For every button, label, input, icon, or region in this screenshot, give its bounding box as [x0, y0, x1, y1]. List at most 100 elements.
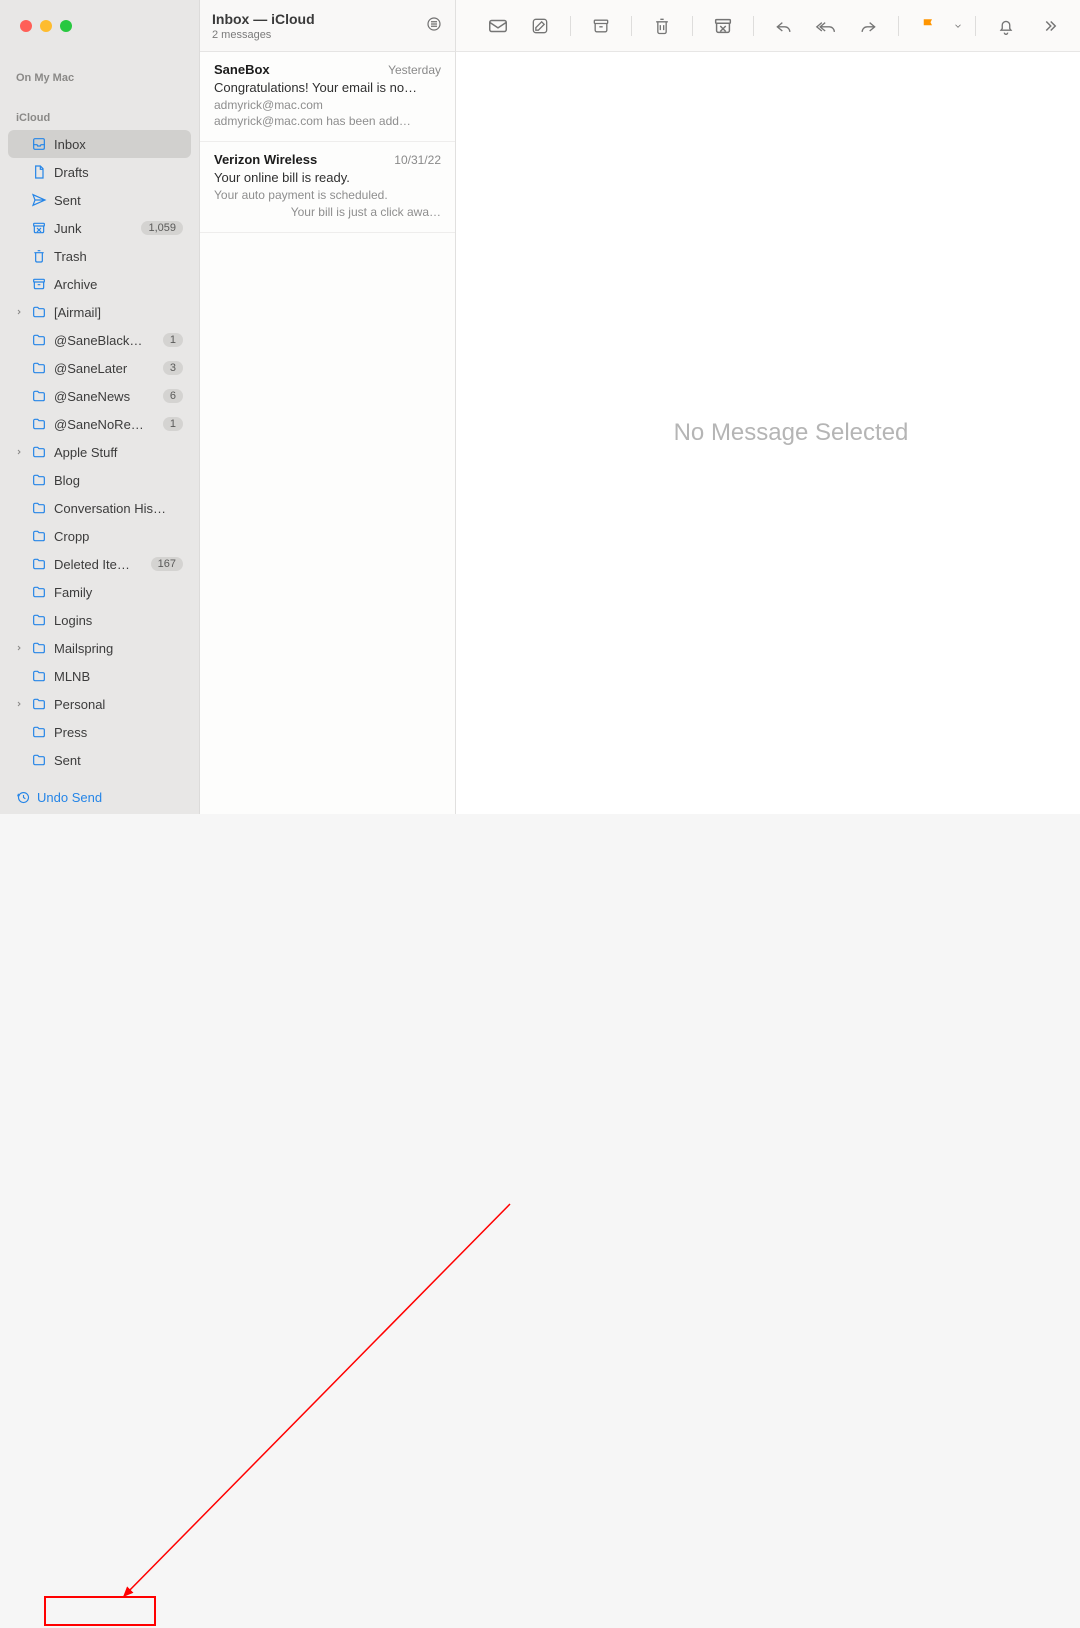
sidebar-item-logins[interactable]: Logins [8, 606, 191, 634]
sidebar-item-inbox[interactable]: Inbox [8, 130, 191, 158]
sidebar-item-junk[interactable]: Junk1,059 [8, 214, 191, 242]
sidebar-item-conversation-his[interactable]: Conversation His… [8, 494, 191, 522]
reply-all-button[interactable] [806, 6, 846, 46]
sidebar-item-drafts[interactable]: Drafts [8, 158, 191, 186]
sidebar-item-personal[interactable]: Personal [8, 690, 191, 718]
preview-pane: No Message Selected [456, 52, 1080, 814]
message-date: 10/31/22 [394, 153, 441, 167]
sidebar-item-press[interactable]: Press [8, 718, 191, 746]
message-list: SaneBoxYesterdayCongratulations! Your em… [200, 52, 456, 814]
undo-send-button[interactable]: Undo Send [16, 790, 183, 805]
folder-icon [30, 416, 48, 432]
sidebar-item-sanenore[interactable]: @SaneNoRe…1 [8, 410, 191, 438]
message-preview: Your auto payment is scheduled.Your bill… [214, 187, 441, 219]
sidebar-item-family[interactable]: Family [8, 578, 191, 606]
toolbar [456, 0, 1080, 52]
folder-icon [30, 472, 48, 488]
annotation-arrow [0, 814, 1080, 1628]
message-subject: Your online bill is ready. [214, 170, 441, 185]
trash-icon [30, 248, 48, 264]
sidebar: On My Mac iCloud InboxDraftsSentJunk1,05… [0, 52, 200, 814]
message-date: Yesterday [388, 63, 441, 77]
reply-icon [774, 16, 794, 36]
message-row[interactable]: SaneBoxYesterdayCongratulations! Your em… [200, 52, 455, 142]
sidebar-item-deleted-ite[interactable]: Deleted Ite… 167 [8, 550, 191, 578]
message-sender: Verizon Wireless [214, 152, 317, 167]
no-selection-label: No Message Selected [674, 419, 909, 447]
sidebar-item-label: [Airmail] [54, 305, 183, 320]
sidebar-item-label: Conversation His… [54, 501, 183, 516]
disclosure-triangle-icon[interactable] [14, 308, 24, 316]
sidebar-item-sent[interactable]: Sent [8, 746, 191, 774]
annotation-highlight-box [44, 1596, 156, 1626]
folder-icon [30, 556, 48, 572]
sidebar-item-label: Personal [54, 697, 183, 712]
sidebar-item-label: Cropp [54, 529, 183, 544]
sidebar-item-label: Apple Stuff [54, 445, 183, 460]
sidebar-item-label: Family [54, 585, 183, 600]
folder-icon [30, 360, 48, 376]
sidebar-item-label: Trash [54, 249, 183, 264]
sidebar-item-label: Sent [54, 193, 183, 208]
flag-button[interactable] [909, 6, 949, 46]
disclosure-triangle-icon[interactable] [14, 700, 24, 708]
reply-all-icon [815, 16, 837, 36]
doc-icon [30, 164, 48, 180]
message-preview: admyrick@mac.comadmyrick@mac.com has bee… [214, 97, 441, 129]
sidebar-item-label: Sent [54, 753, 183, 768]
close-window-button[interactable] [20, 20, 32, 32]
compose-icon [530, 16, 550, 36]
junk-button[interactable] [703, 6, 743, 46]
message-row[interactable]: Verizon Wireless 10/31/22 Your online bill… [200, 142, 455, 232]
sidebar-item-apple-stuff[interactable]: Apple Stuff [8, 438, 191, 466]
sidebar-item-label: MLNB [54, 669, 183, 684]
delete-button[interactable] [642, 6, 682, 46]
sidebar-item-airmail[interactable]: [Airmail] [8, 298, 191, 326]
archive-icon [30, 276, 48, 292]
send-icon [30, 192, 48, 208]
sidebar-item-sanelater[interactable]: @SaneLater 3 [8, 354, 191, 382]
sidebar-item-label: @SaneLater [54, 361, 157, 376]
sidebar-item-label: Archive [54, 277, 183, 292]
toolbar-separator [692, 16, 693, 36]
disclosure-triangle-icon[interactable] [14, 448, 24, 456]
folder-icon [30, 640, 48, 656]
archive-button[interactable] [581, 6, 621, 46]
sidebar-item-mailspring[interactable]: Mailspring [8, 634, 191, 662]
count-badge: 167 [151, 557, 183, 571]
disclosure-triangle-icon[interactable] [14, 644, 24, 652]
reply-button[interactable] [764, 6, 804, 46]
list-header: Inbox — iCloud 2 messages [200, 0, 456, 52]
flag-menu-button[interactable] [951, 6, 965, 46]
sidebar-item-label: Press [54, 725, 183, 740]
sidebar-item-trash[interactable]: Trash [8, 242, 191, 270]
chevron-down-icon [953, 21, 963, 31]
sidebar-section-icloud: iCloud [8, 104, 191, 130]
get-mail-button[interactable] [478, 6, 518, 46]
sidebar-item-saneblack[interactable]: @SaneBlack…1 [8, 326, 191, 354]
minimize-window-button[interactable] [40, 20, 52, 32]
zoom-window-button[interactable] [60, 20, 72, 32]
sidebar-item-cropp[interactable]: Cropp [8, 522, 191, 550]
envelope-icon [487, 15, 509, 37]
overflow-button[interactable] [1030, 6, 1070, 46]
sidebar-item-mlnb[interactable]: MLNB [8, 662, 191, 690]
sidebar-item-sent[interactable]: Sent [8, 186, 191, 214]
count-badge: 3 [163, 361, 183, 375]
sidebar-item-sanenews[interactable]: @SaneNews6 [8, 382, 191, 410]
sidebar-item-label: Mailspring [54, 641, 183, 656]
sidebar-item-label: Inbox [54, 137, 183, 152]
count-badge: 1,059 [141, 221, 183, 235]
mailbox-subtitle: 2 messages [212, 29, 315, 41]
clock-arrow-icon [16, 790, 31, 805]
filter-button[interactable] [425, 15, 443, 36]
compose-button[interactable] [520, 6, 560, 46]
forward-button[interactable] [848, 6, 888, 46]
sidebar-item-archive[interactable]: Archive [8, 270, 191, 298]
folder-icon [30, 696, 48, 712]
sidebar-item-blog[interactable]: Blog [8, 466, 191, 494]
forward-icon [858, 16, 878, 36]
sidebar-item-label: Deleted Ite… [54, 557, 145, 572]
mute-button[interactable] [986, 6, 1026, 46]
search-button[interactable] [1072, 6, 1080, 46]
